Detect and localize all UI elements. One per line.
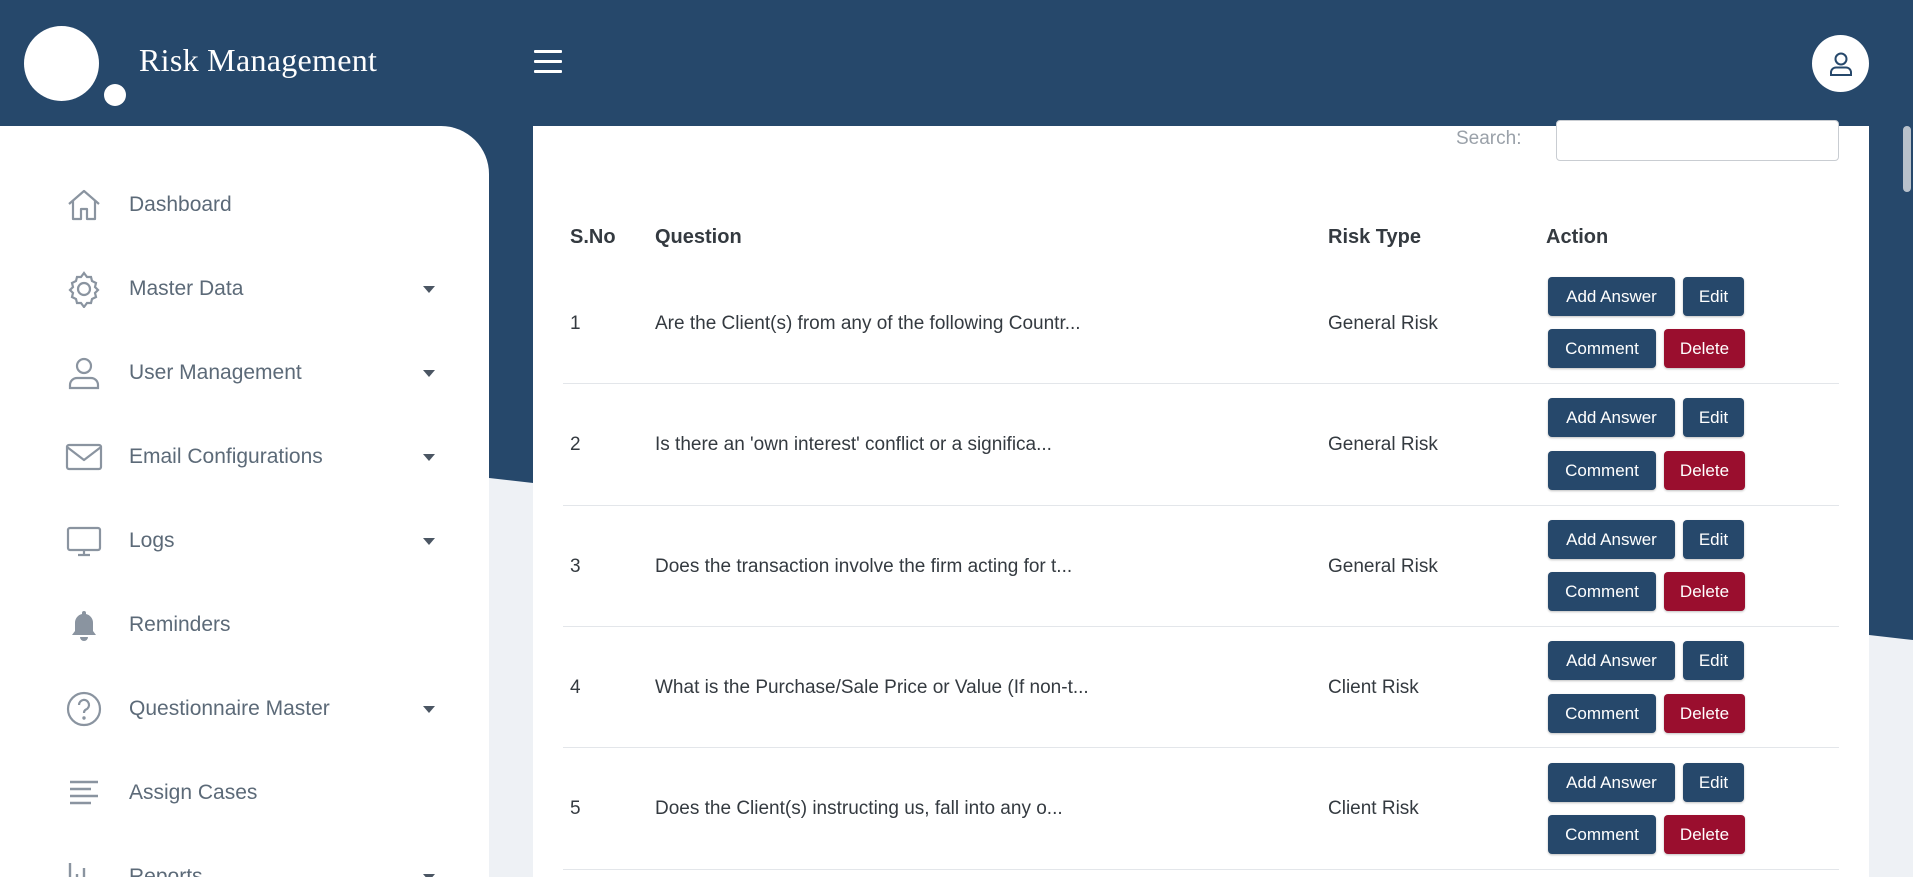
page-scrollbar[interactable] (1903, 126, 1911, 192)
edit-button[interactable]: Edit (1683, 763, 1744, 802)
chevron-down-icon (423, 369, 435, 377)
chevron-down-icon (423, 453, 435, 461)
bar-chart-icon (64, 857, 104, 877)
edit-button[interactable]: Edit (1683, 277, 1744, 316)
align-left-icon (64, 773, 104, 813)
row-sno: 4 (570, 677, 581, 698)
row-risk-type: Client Risk (1328, 798, 1419, 819)
delete-button[interactable]: Delete (1664, 815, 1745, 854)
logo-dot-icon (104, 84, 126, 106)
sidebar-item-dashboard[interactable]: Dashboard (0, 174, 489, 236)
delete-button[interactable]: Delete (1664, 329, 1745, 368)
delete-button[interactable]: Delete (1664, 451, 1745, 490)
user-avatar-button[interactable] (1812, 35, 1869, 92)
delete-button[interactable]: Delete (1664, 694, 1745, 733)
add-answer-button[interactable]: Add Answer (1548, 277, 1675, 316)
envelope-icon (64, 437, 104, 477)
row-divider (563, 383, 1839, 384)
row-divider (563, 747, 1839, 748)
row-question: Are the Client(s) from any of the follow… (655, 313, 1081, 334)
sidebar-item-assign-cases[interactable]: Assign Cases (0, 762, 489, 824)
edit-button[interactable]: Edit (1683, 398, 1744, 437)
row-risk-type: General Risk (1328, 556, 1438, 577)
sidebar-item-logs[interactable]: Logs (0, 510, 489, 572)
add-answer-button[interactable]: Add Answer (1548, 398, 1675, 437)
chevron-down-icon (423, 705, 435, 713)
sidebar-item-master-data[interactable]: Master Data (0, 258, 489, 320)
chevron-down-icon (423, 873, 435, 877)
row-question: Does the Client(s) instructing us, fall … (655, 798, 1063, 819)
row-risk-type: Client Risk (1328, 677, 1419, 698)
page: Risk Management Dashboard Master Data Us… (0, 0, 1913, 877)
row-risk-type: General Risk (1328, 313, 1438, 334)
add-answer-button[interactable]: Add Answer (1548, 641, 1675, 680)
comment-button[interactable]: Comment (1548, 815, 1656, 854)
row-question: Does the transaction involve the firm ac… (655, 556, 1073, 577)
column-header-sno[interactable]: S.No (570, 226, 616, 249)
sidebar-item-label: Logs (129, 529, 175, 552)
sidebar-item-label: Reminders (129, 613, 231, 636)
sidebar-item-label: Questionnaire Master (129, 697, 330, 720)
sidebar-item-label: Assign Cases (129, 781, 258, 804)
comment-button[interactable]: Comment (1548, 572, 1656, 611)
comment-button[interactable]: Comment (1548, 694, 1656, 733)
chevron-down-icon (423, 537, 435, 545)
gear-icon (64, 269, 104, 309)
sidebar-item-reminders[interactable]: Reminders (0, 594, 489, 656)
column-header-action: Action (1546, 226, 1609, 248)
row-divider (563, 626, 1839, 627)
sidebar-item-questionnaire-master[interactable]: Questionnaire Master (0, 678, 489, 740)
row-sno: 3 (570, 556, 581, 577)
home-icon (64, 185, 104, 225)
app-title: Risk Management (139, 42, 378, 78)
sidebar-item-reports[interactable]: Reports (0, 846, 489, 877)
row-divider (563, 505, 1839, 506)
row-question: Is there an 'own interest' conflict or a… (655, 434, 1052, 455)
sidebar-item-email-configurations[interactable]: Email Configurations (0, 426, 489, 488)
sidebar-item-label: Reports (129, 865, 203, 877)
row-sno: 1 (570, 313, 581, 334)
delete-button[interactable]: Delete (1664, 572, 1745, 611)
question-circle-icon (64, 689, 104, 729)
user-icon (64, 353, 104, 393)
logo-icon (24, 26, 99, 101)
hamburger-icon[interactable] (534, 50, 564, 74)
column-header-question[interactable]: Question (655, 226, 742, 249)
top-header: Risk Management (0, 0, 1913, 126)
comment-button[interactable]: Comment (1548, 329, 1656, 368)
user-icon (1829, 52, 1852, 76)
chevron-down-icon (423, 285, 435, 293)
sidebar-item-label: Dashboard (129, 193, 232, 216)
comment-button[interactable]: Comment (1548, 451, 1656, 490)
monitor-icon (64, 521, 104, 561)
row-divider (563, 869, 1839, 870)
add-answer-button[interactable]: Add Answer (1548, 520, 1675, 559)
sidebar-item-label: Email Configurations (129, 445, 323, 468)
row-sno: 2 (570, 434, 581, 455)
row-sno: 5 (570, 798, 581, 819)
row-question: What is the Purchase/Sale Price or Value… (655, 677, 1089, 698)
sidebar-item-label: Master Data (129, 277, 244, 300)
add-answer-button[interactable]: Add Answer (1548, 763, 1675, 802)
edit-button[interactable]: Edit (1683, 641, 1744, 680)
search-label: Search: (1456, 128, 1522, 149)
edit-button[interactable]: Edit (1683, 520, 1744, 559)
sidebar-item-label: User Management (129, 361, 302, 384)
column-header-risk-type[interactable]: Risk Type (1328, 226, 1421, 249)
bell-icon (64, 605, 104, 645)
row-risk-type: General Risk (1328, 434, 1438, 455)
sidebar: Dashboard Master Data User Management Em… (0, 126, 489, 877)
search-input[interactable] (1556, 120, 1839, 161)
sidebar-item-user-management[interactable]: User Management (0, 342, 489, 404)
